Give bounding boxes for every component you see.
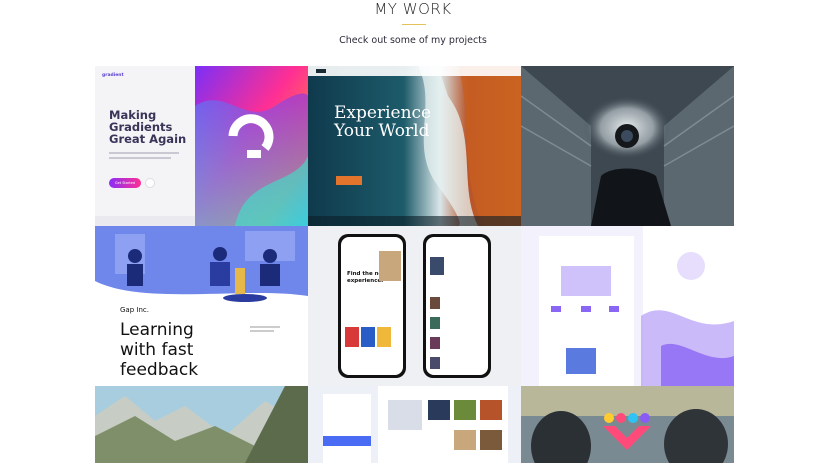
project-tile-gradient[interactable]: gradient Making Gradients Great Again Ge… [95,66,308,226]
book-cover [361,327,375,347]
gap-company: Gap Inc. [120,306,149,314]
book-thumb [430,317,440,329]
ocean-art [308,66,521,226]
phone-right [423,234,491,378]
gradient-text-line [109,152,179,154]
project-tile-camera[interactable] [521,66,734,226]
gradient-cta-button[interactable]: Get Started [109,178,141,188]
camera-photo [521,66,734,226]
gap-headline-1: Learning [120,320,194,340]
book-thumb [430,297,440,309]
title-underline [402,24,426,25]
book-thumb [430,257,444,275]
gap-headline-3: feedback [120,360,199,380]
logo-photo [521,386,734,463]
project-tile-logo[interactable] [521,386,734,463]
gradient-logo: gradient [102,73,124,78]
phone-heading-2: experience. [347,278,384,284]
gap-headline-2: with fast [120,340,194,360]
experience-headline-1: Experience [334,103,432,123]
gap-side-text [250,326,280,328]
dashboard-art [323,386,508,463]
gap-illustration [95,226,308,306]
book-cover [345,327,359,347]
experience-headline-2: Your World [334,121,430,141]
phone-image [379,251,401,281]
project-tile-experience[interactable]: Experience Your World [308,66,521,226]
gradient-play-icon [145,178,155,188]
portfolio-grid: gradient Making Gradients Great Again Ge… [95,66,734,463]
section-subtitle: Check out some of my projects [339,35,487,46]
project-tile-gap[interactable]: Gap Inc. Learning with fast feedback [95,226,308,386]
section-title: MY WORK [374,0,452,18]
gradient-tile-art [95,66,308,226]
phone-left: Find the new experience. [338,234,406,378]
gradient-text-line [109,157,171,159]
book-cover [377,327,391,347]
project-tile-purple[interactable] [521,226,734,386]
project-tile-dashboard[interactable] [308,386,521,463]
project-tile-mountains[interactable] [95,386,308,463]
mountain-photo [95,386,308,463]
project-tile-books[interactable]: Find the new experience. [308,226,521,386]
purple-landing-art [539,226,734,386]
book-thumb [430,337,440,349]
gap-side-text [250,330,274,332]
gradient-headline-3: Great Again [109,132,187,146]
book-thumb [430,357,440,369]
